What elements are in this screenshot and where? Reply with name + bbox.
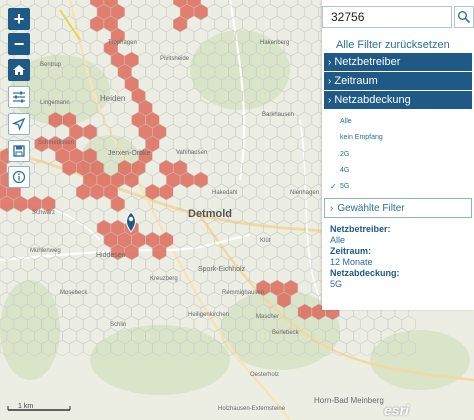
summary-value-netzbetreiber: Alle <box>330 235 346 245</box>
selected-filters-toggle[interactable]: › Gewählte Filter <box>324 198 472 218</box>
zoom-out-button[interactable]: − <box>8 33 30 55</box>
map-place-label: Spork-Eichholz <box>198 266 246 273</box>
section-label: Netzbetreiber <box>334 56 401 68</box>
coverage-option-2g[interactable]: 2G <box>340 151 349 158</box>
zoom-in-icon: + <box>13 8 25 29</box>
scale-label: 1 km <box>18 403 34 410</box>
summary-heading-zeitraum: Zeitraum: <box>330 246 372 256</box>
map-place-label: Schmedissen <box>38 140 75 146</box>
map-place-label: Mascher <box>256 314 280 320</box>
map-place-label: Holzhausen-Externsteine <box>218 406 286 412</box>
locate-button[interactable] <box>8 113 30 135</box>
map-place-label: Mühlenweg <box>30 248 61 254</box>
chevron-right-icon: › <box>328 56 332 68</box>
map-place-label: Mosebeck <box>60 290 88 296</box>
selected-filters-label: Gewählte Filter <box>337 202 405 214</box>
map-place-label: Vahlhausen <box>176 150 208 156</box>
map-place-label: Horn-Bad Meinberg <box>314 396 384 405</box>
map-place-label: Hakenberg <box>260 40 290 46</box>
map-place-label: Hakedahl <box>212 190 238 196</box>
summary-heading-netzabdeckung: Netzabdeckung: <box>330 268 400 278</box>
map-place-label: Detmold <box>188 208 232 220</box>
map-place-label: Remmighausen <box>222 290 265 296</box>
section-netzbetreiber[interactable]: › Netzbetreiber <box>324 53 472 71</box>
home-button[interactable] <box>8 59 30 81</box>
map-place-label: Bentrup <box>40 62 62 68</box>
search-icon <box>458 11 471 24</box>
coverage-option-4g[interactable]: 4G <box>340 167 349 174</box>
coverage-option-5g[interactable]: 5G <box>340 183 349 190</box>
map-place-label: Klüt <box>260 238 271 244</box>
map-app: Detmold Heiden Jerxen-Orbke Hiddesen Hakedah… <box>0 0 474 420</box>
map-place-label: Hiddesen <box>96 252 126 259</box>
search-input[interactable] <box>331 10 441 24</box>
map-place-label: Berlebeck <box>272 330 299 336</box>
section-netzabdeckung[interactable]: › Netzabdeckung <box>324 91 472 109</box>
filter-settings-button[interactable] <box>8 86 30 108</box>
search-box <box>322 6 452 28</box>
map-place-label: Kreuzberg <box>150 276 178 282</box>
map-place-label: Barkhausen <box>262 112 295 118</box>
coverage-option-alle[interactable]: Alle <box>340 118 352 125</box>
reset-filters-link[interactable]: Alle Filter zurücksetzen <box>336 39 450 51</box>
map-place-label: Heiden <box>100 94 126 103</box>
esri-attribution: esri <box>384 402 409 418</box>
map-place-label: Pivitsheide <box>160 56 190 62</box>
section-label: Netzabdeckung <box>334 94 411 106</box>
save-button[interactable] <box>8 140 30 162</box>
map-place-label: Jerxen-Orbke <box>108 150 151 157</box>
map-place-label: Nienhagen <box>290 190 320 196</box>
coverage-option-kein-empfang[interactable]: kein Empfang <box>340 134 383 141</box>
section-zeitraum[interactable]: › Zeitraum <box>324 72 472 90</box>
chevron-down-icon: › <box>328 94 332 106</box>
info-button[interactable] <box>8 166 30 188</box>
search-button[interactable] <box>454 6 474 28</box>
checkmark-icon: ✓ <box>330 182 337 191</box>
sliders-icon <box>13 91 25 103</box>
info-icon <box>12 170 26 184</box>
chevron-right-icon: › <box>330 202 334 214</box>
summary-heading-netzbetreiber: Netzbetreiber: <box>330 224 391 234</box>
map-place-label: Lingemann <box>40 100 70 106</box>
map-place-label: Schwarz <box>32 210 56 216</box>
map-place-label: Oesterholz <box>250 372 280 378</box>
locate-arrow-icon <box>12 117 26 131</box>
map-place-label: Schlin <box>110 322 127 328</box>
map-place-label: Trophagen <box>108 40 137 46</box>
summary-value-zeitraum: 12 Monate <box>330 257 373 267</box>
save-icon <box>13 145 25 157</box>
summary-value-netzabdeckung: 5G <box>330 279 343 289</box>
zoom-out-icon: − <box>13 33 25 54</box>
home-icon <box>13 65 25 75</box>
map-place-label: Heiligenkirchen <box>188 312 230 318</box>
section-label: Zeitraum <box>334 75 378 87</box>
zoom-in-button[interactable]: + <box>8 8 30 30</box>
filter-panel: Alle Filter zurücksetzen › Netzbetreiber… <box>322 0 474 310</box>
chevron-right-icon: › <box>328 75 332 87</box>
